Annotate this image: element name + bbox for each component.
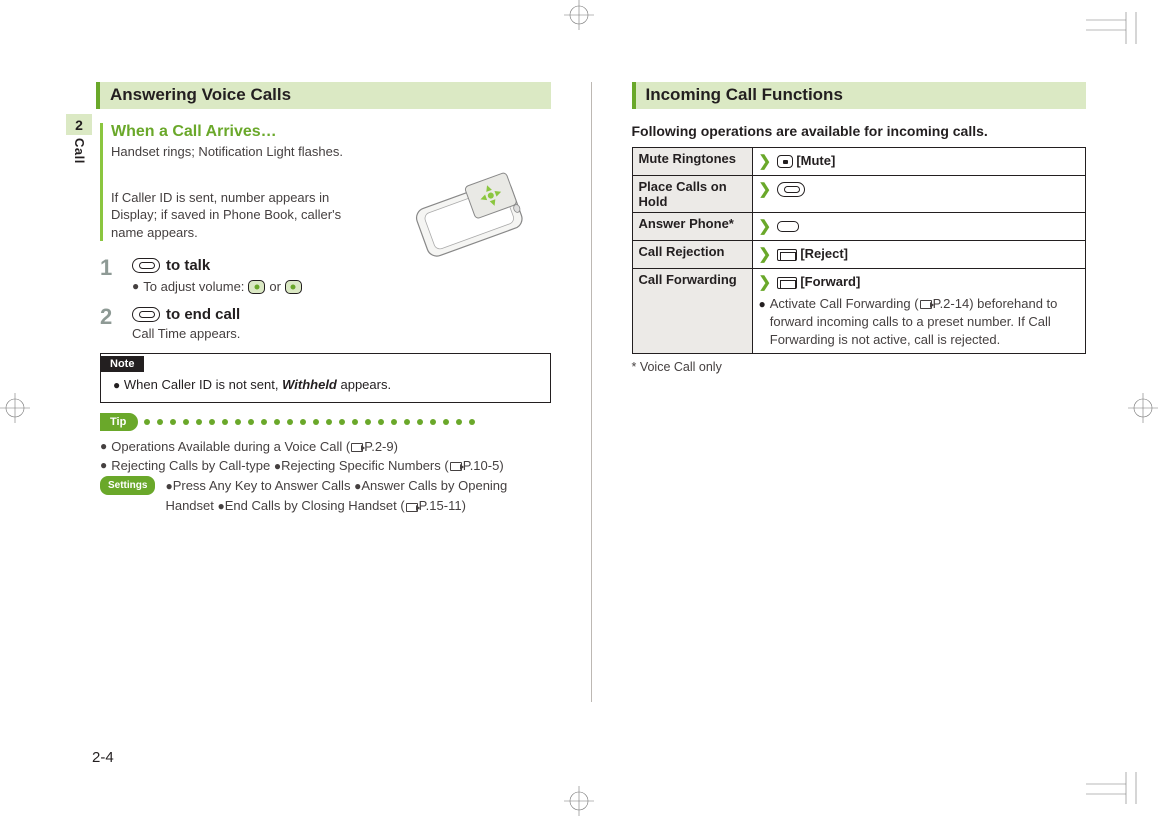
tip-dots [144, 419, 550, 425]
handset-illustration [391, 163, 551, 283]
left-column: Answering Voice Calls When a Call Arrive… [96, 82, 551, 786]
chapter-sidebar: 2 Call [72, 82, 96, 786]
crop-mark-top [564, 0, 594, 30]
note-text-prefix: When Caller ID is not sent, [124, 377, 282, 392]
section-title-right: Incoming Call Functions [632, 82, 1087, 109]
step-2-sub: Call Time appears. [132, 326, 240, 341]
func-name-suffix: * [729, 216, 734, 231]
table-row: Mute Ringtones ❯ [Mute] [632, 148, 1086, 176]
softkey-y-icon [777, 249, 797, 261]
talk-key-icon [132, 258, 160, 273]
bullet-icon: ● [274, 459, 281, 473]
page-number: 2-4 [92, 749, 114, 766]
arrow-icon: ❯ [759, 181, 772, 198]
reference-icon [450, 462, 462, 471]
step-2-title: to end call [166, 306, 240, 323]
mail-key-icon [777, 277, 797, 289]
func-name: Answer Phone [639, 216, 729, 231]
volume-up-key-icon [248, 280, 265, 294]
step-1-sub-prefix: To adjust volume: [143, 279, 244, 294]
func-name: Call Forwarding [632, 269, 752, 354]
step-2: 2 to end call Call Time appears. [100, 306, 551, 341]
func-name: Place Calls on Hold [632, 176, 752, 213]
chapter-number: 2 [66, 114, 92, 135]
subheader: When a Call Arrives… [111, 123, 551, 141]
end-key-icon [132, 307, 160, 322]
crop-mark-tr [1086, 12, 1146, 44]
tip-row: Tip [100, 413, 551, 431]
step-1-title: to talk [166, 257, 210, 274]
note-text-em: Withheld [282, 377, 337, 392]
bullet-icon: ● [218, 499, 225, 513]
functions-table: Mute Ringtones ❯ [Mute] Place Calls on H… [632, 147, 1087, 354]
crop-mark-bottom [564, 786, 594, 816]
table-row: Place Calls on Hold ❯ [632, 176, 1086, 213]
step-number: 2 [100, 306, 118, 341]
action-label: [Mute] [796, 153, 835, 168]
right-column: Incoming Call Functions Following operat… [632, 82, 1087, 786]
tip-line-3-ref: P.15-11) [419, 498, 466, 513]
action-label: [Reject] [800, 246, 848, 261]
reference-icon [920, 300, 932, 309]
subheader-desc: Handset rings; Notification Light flashe… [111, 143, 551, 161]
crop-mark-left [0, 393, 30, 423]
crop-mark-right [1128, 393, 1158, 423]
table-row: Call Rejection ❯ [Reject] [632, 241, 1086, 269]
bullet-icon: ● [100, 437, 107, 456]
tip-line-1-ref: P.2-9) [364, 439, 398, 454]
arrow-icon: ❯ [759, 274, 772, 291]
tip-label: Tip [100, 413, 138, 431]
hold-key-icon [777, 182, 805, 197]
column-divider [591, 82, 592, 702]
note-text-suffix: appears. [337, 377, 391, 392]
tip-line-2a: Rejecting Calls by Call-type [111, 458, 274, 473]
center-key-icon [777, 155, 793, 168]
footnote: * Voice Call only [632, 360, 1087, 374]
func-name: Mute Ringtones [632, 148, 752, 176]
step-1-sub-joiner: or [269, 279, 281, 294]
step-number: 1 [100, 257, 118, 296]
bullet-icon: ● [113, 378, 120, 392]
section-title-left: Answering Voice Calls [96, 82, 551, 109]
chapter-label: Call [72, 138, 87, 164]
bullet-icon: ● [165, 479, 172, 493]
tip-line-2b: Rejecting Specific Numbers ( [281, 458, 449, 473]
forward-detail-pre: Activate Call Forwarding ( [770, 296, 919, 311]
note-box: Note ● When Caller ID is not sent, Withh… [100, 353, 551, 402]
bullet-icon: ● [100, 456, 107, 475]
action-label: [Forward] [800, 274, 860, 289]
arrow-icon: ❯ [759, 218, 772, 235]
table-row: Call Forwarding ❯ [Forward] ● Activate C… [632, 269, 1086, 354]
crop-mark-br [1086, 772, 1146, 804]
arrow-icon: ❯ [759, 246, 772, 263]
settings-label: Settings [100, 476, 155, 495]
tip-line-3c: End Calls by Closing Handset ( [225, 498, 405, 513]
note-label: Note [100, 356, 144, 372]
tip-line-2-ref: P.10-5) [463, 458, 504, 473]
tip-list: ● Operations Available during a Voice Ca… [100, 437, 551, 517]
tip-line-1: Operations Available during a Voice Call… [111, 439, 350, 454]
reference-icon [351, 443, 363, 452]
volume-down-key-icon [285, 280, 302, 294]
reference-icon [406, 503, 418, 512]
arrow-icon: ❯ [759, 153, 772, 170]
bullet-icon: ● [759, 295, 766, 350]
answerphone-key-icon [777, 221, 799, 232]
table-row: Answer Phone* ❯ [632, 213, 1086, 241]
func-name: Call Rejection [632, 241, 752, 269]
intro-text: Following operations are available for i… [632, 123, 1087, 139]
tip-line-3a: Press Any Key to Answer Calls [173, 478, 354, 493]
subheader-note: If Caller ID is sent, number appears in … [111, 189, 371, 242]
bullet-icon: ● [132, 277, 139, 296]
